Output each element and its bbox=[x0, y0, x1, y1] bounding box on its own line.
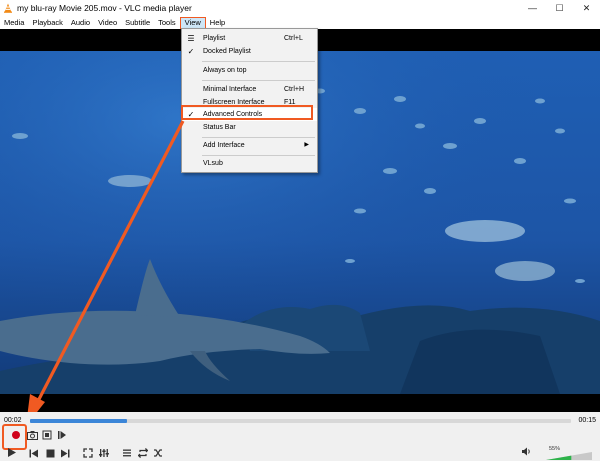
record-button[interactable] bbox=[10, 429, 22, 441]
stop-button[interactable] bbox=[44, 447, 56, 459]
total-time: 00:15 bbox=[578, 417, 596, 424]
shuffle-button[interactable] bbox=[152, 447, 164, 459]
shuffle-icon bbox=[154, 449, 162, 457]
seek-progress bbox=[30, 419, 128, 423]
play-icon bbox=[8, 448, 16, 457]
camera-icon bbox=[26, 431, 38, 440]
playlist-button[interactable] bbox=[121, 447, 133, 459]
volume-fill bbox=[546, 455, 572, 460]
playlist-icon bbox=[123, 449, 131, 457]
loop-ab-icon bbox=[42, 430, 52, 440]
volume-icon[interactable] bbox=[521, 446, 532, 457]
next-icon bbox=[61, 449, 70, 457]
play-button[interactable] bbox=[5, 446, 18, 459]
loop-ab-button[interactable] bbox=[41, 429, 53, 441]
previous-icon bbox=[29, 449, 38, 457]
loop-button[interactable] bbox=[137, 447, 149, 459]
record-icon bbox=[12, 431, 20, 439]
snapshot-button[interactable] bbox=[26, 429, 38, 441]
previous-button[interactable] bbox=[28, 447, 40, 459]
extended-settings-button[interactable] bbox=[98, 447, 110, 459]
next-button[interactable] bbox=[59, 447, 71, 459]
annotation-arrow bbox=[26, 120, 185, 426]
frame-step-button[interactable] bbox=[56, 429, 68, 441]
volume-slider[interactable] bbox=[546, 452, 592, 460]
elapsed-time: 00:02 bbox=[4, 417, 22, 424]
fullscreen-icon bbox=[83, 448, 93, 458]
stop-icon bbox=[46, 449, 54, 457]
seek-bar[interactable] bbox=[30, 419, 571, 423]
equalizer-icon bbox=[99, 449, 109, 457]
fullscreen-button[interactable] bbox=[82, 447, 94, 459]
frame-step-icon bbox=[58, 431, 66, 439]
loop-icon bbox=[138, 448, 148, 458]
